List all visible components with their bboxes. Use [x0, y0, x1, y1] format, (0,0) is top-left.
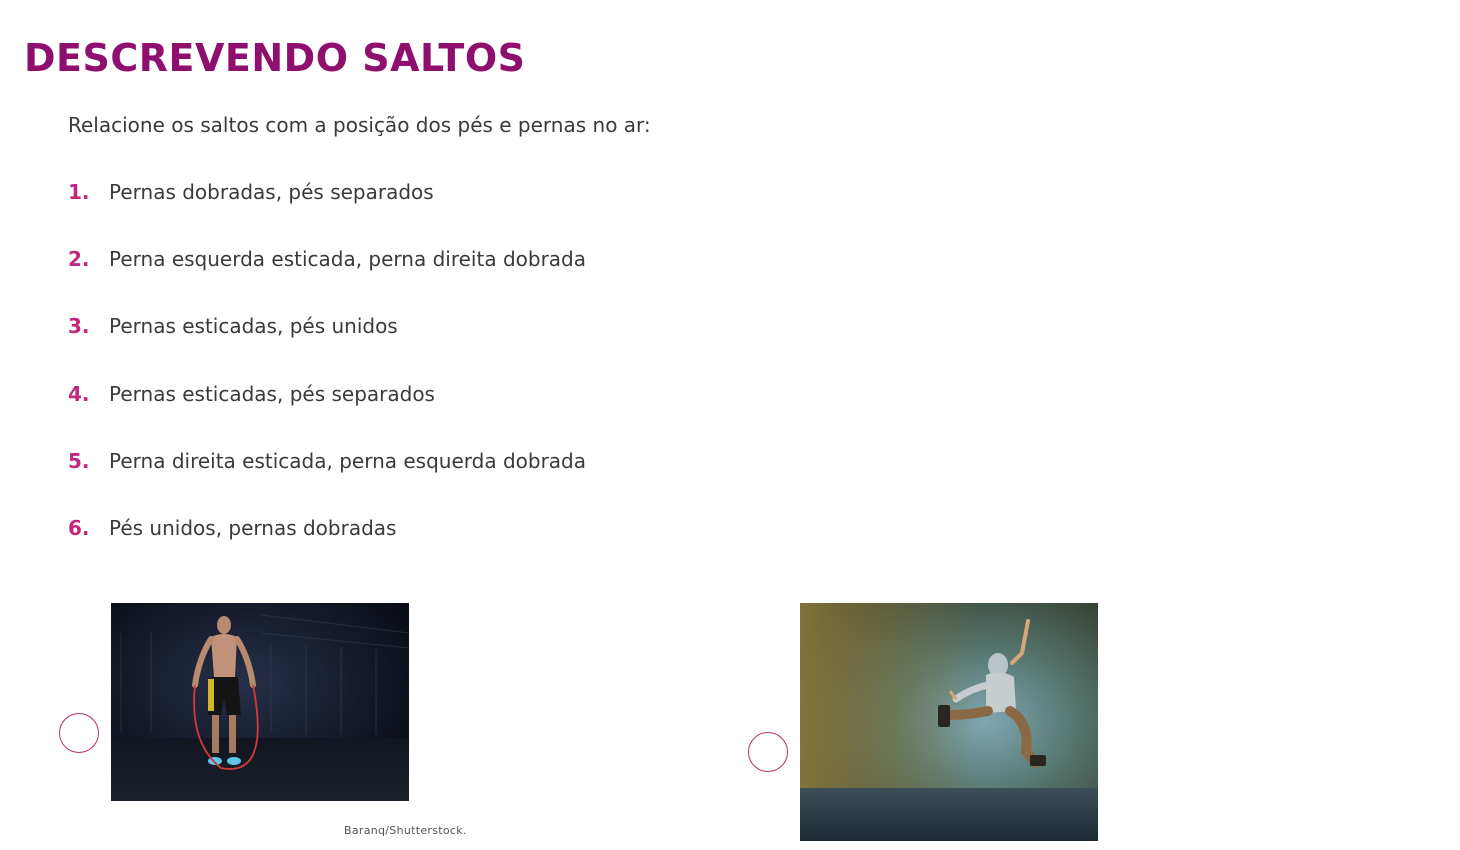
option-item-4: 4. Pernas esticadas, pés separados: [68, 382, 435, 406]
option-text: Perna esquerda esticada, perna direita d…: [109, 247, 587, 271]
option-text: Perna direita esticada, perna esquerda d…: [109, 449, 587, 473]
option-text: Pernas dobradas, pés separados: [109, 180, 434, 204]
option-number: 6.: [68, 516, 90, 540]
photo-credit: Baranq/Shutterstock.: [344, 824, 467, 837]
option-number: 2.: [68, 247, 90, 271]
answer-circle-photo-1[interactable]: [59, 713, 99, 753]
option-item-5: 5. Perna direita esticada, perna esquerda…: [68, 449, 586, 473]
page-title: DESCREVENDO SALTOS: [24, 36, 526, 80]
photo-dancer-jump: [800, 603, 1098, 841]
option-number: 1.: [68, 180, 90, 204]
option-item-6: 6. Pés unidos, pernas dobradas: [68, 516, 396, 540]
option-number: 5.: [68, 449, 90, 473]
activity-page: DESCREVENDO SALTOS Relacione os saltos c…: [0, 0, 1460, 850]
option-item-1: 1. Pernas dobradas, pés separados: [68, 180, 434, 204]
photo-jump-rope: [111, 603, 409, 801]
option-item-3: 3. Pernas esticadas, pés unidos: [68, 314, 398, 338]
answer-circle-photo-2[interactable]: [748, 732, 788, 772]
instruction-text: Relacione os saltos com a posição dos pé…: [68, 113, 651, 137]
option-number: 4.: [68, 382, 90, 406]
option-text: Pés unidos, pernas dobradas: [109, 516, 397, 540]
option-item-2: 2. Perna esquerda esticada, perna direita…: [68, 247, 586, 271]
option-number: 3.: [68, 314, 90, 338]
option-text: Pernas esticadas, pés unidos: [109, 314, 398, 338]
option-text: Pernas esticadas, pés separados: [109, 382, 435, 406]
